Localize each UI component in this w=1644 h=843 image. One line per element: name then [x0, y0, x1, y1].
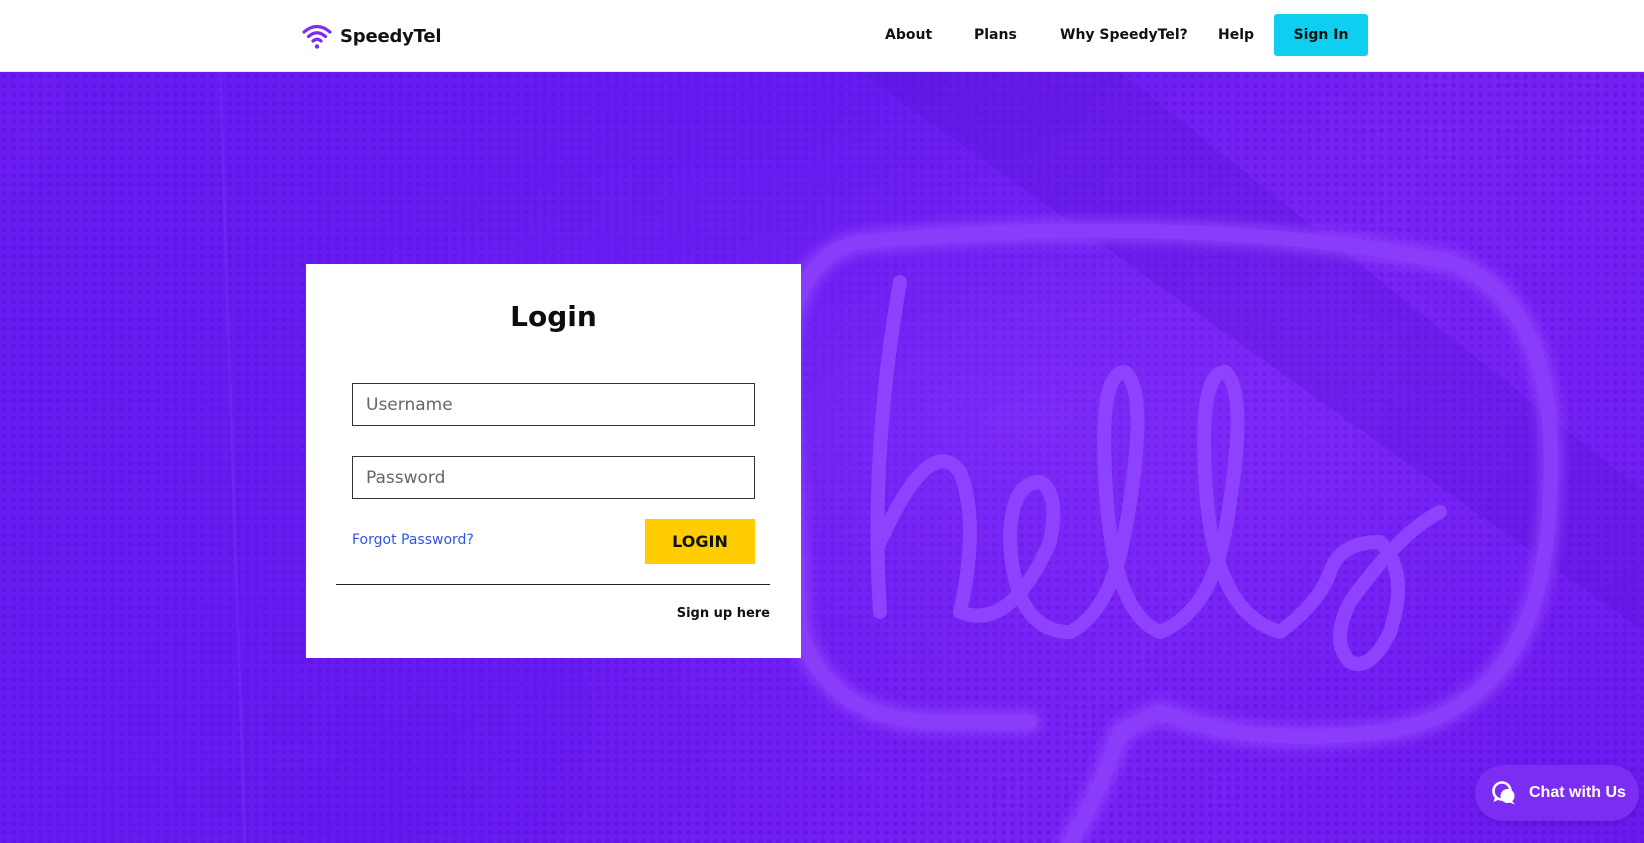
- login-card: Login Forgot Password? LOGIN Sign up her…: [306, 264, 801, 658]
- chat-with-us-button[interactable]: Chat with Us: [1475, 765, 1639, 821]
- chat-bubbles-icon: [1492, 781, 1515, 805]
- username-input[interactable]: [352, 383, 755, 426]
- neon-hello-image: [0, 72, 1644, 843]
- sign-in-button[interactable]: Sign In: [1274, 14, 1368, 56]
- wifi-icon: [302, 24, 332, 49]
- chat-label: Chat with Us: [1529, 784, 1626, 801]
- brand-logo[interactable]: SpeedyTel: [302, 21, 442, 51]
- hero-background: Login Forgot Password? LOGIN Sign up her…: [0, 72, 1644, 843]
- nav-plans[interactable]: Plans: [974, 27, 1017, 43]
- sign-up-link[interactable]: Sign up here: [677, 606, 770, 621]
- forgot-password-link[interactable]: Forgot Password?: [352, 532, 474, 548]
- login-button[interactable]: LOGIN: [645, 519, 755, 564]
- nav-help[interactable]: Help: [1218, 27, 1254, 43]
- site-header: SpeedyTel About Plans Why SpeedyTel? Hel…: [0, 0, 1644, 72]
- nav-why-speedytel[interactable]: Why SpeedyTel?: [1060, 27, 1188, 43]
- brand-name: SpeedyTel: [340, 25, 442, 47]
- card-divider: [336, 584, 770, 585]
- nav-about[interactable]: About: [885, 27, 932, 43]
- password-input[interactable]: [352, 456, 755, 499]
- login-title: Login: [510, 300, 597, 333]
